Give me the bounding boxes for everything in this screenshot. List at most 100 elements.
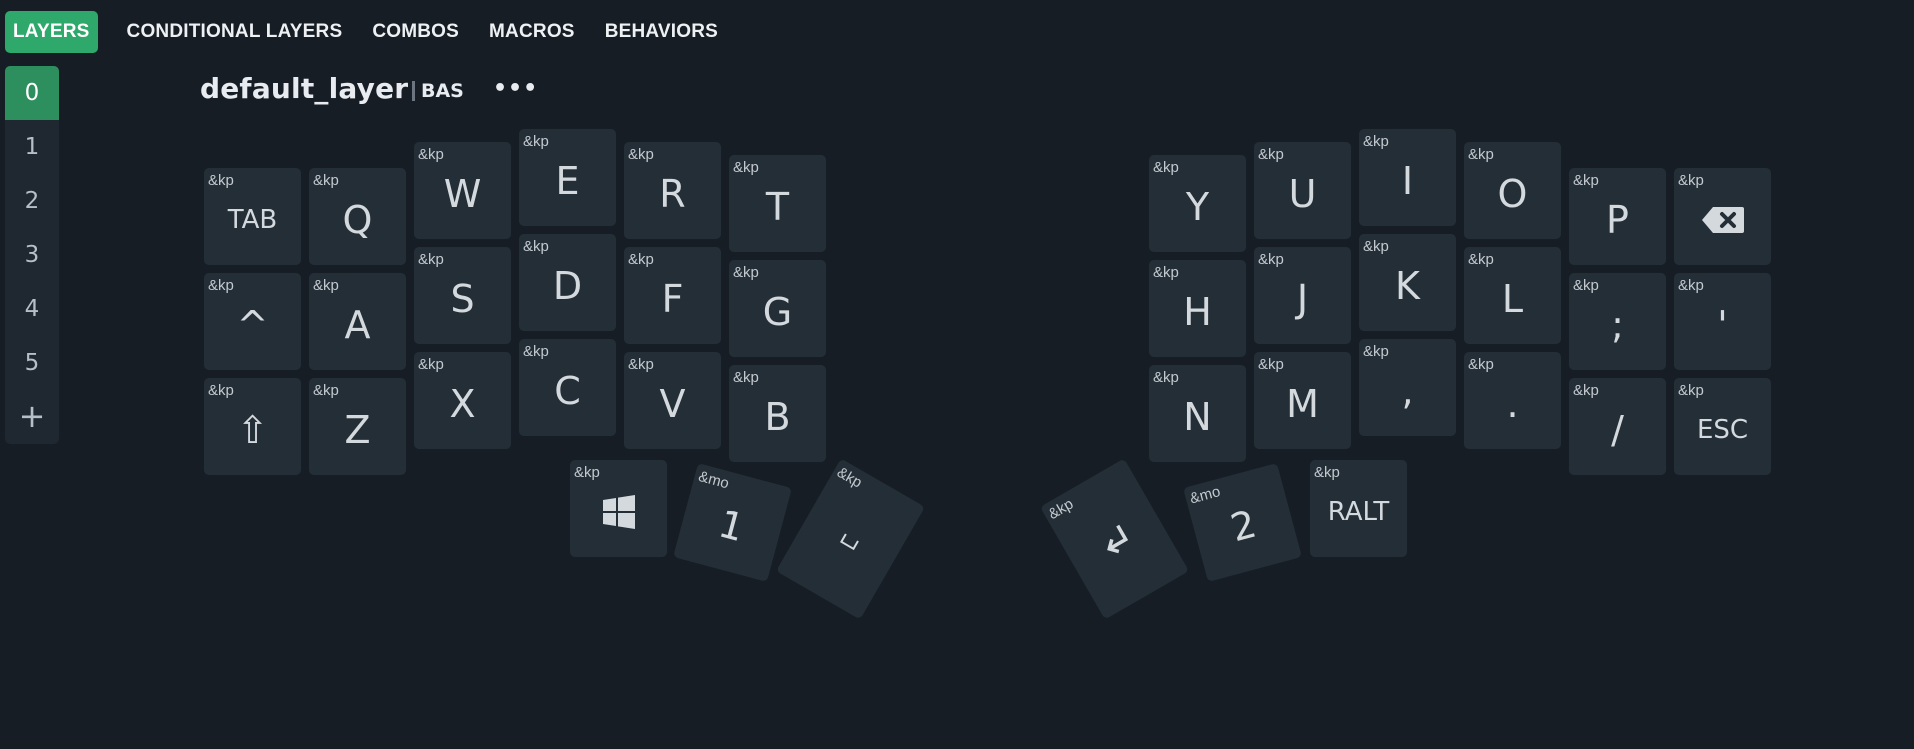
layer-item-0[interactable]: 0 xyxy=(5,66,59,120)
layer-name[interactable]: default_layer xyxy=(200,72,408,105)
key-a[interactable]: &kp A xyxy=(309,273,406,370)
key-d[interactable]: &kp D xyxy=(519,234,616,331)
key-label: TAB xyxy=(227,204,278,235)
key-label: I xyxy=(1401,158,1414,203)
thumb-key-windows-icon[interactable]: &kp xyxy=(570,460,667,557)
key-j[interactable]: &kp J xyxy=(1254,247,1351,344)
key-backspace-icon[interactable]: &kp xyxy=(1674,168,1771,265)
key-b[interactable]: &kp B xyxy=(729,365,826,462)
layer-selector: 0 1 2 3 4 5 + xyxy=(5,66,59,444)
thumb-key-ralt[interactable]: &kp RALT xyxy=(1310,460,1407,557)
key-label: K xyxy=(1395,263,1420,308)
key-label: V xyxy=(659,381,686,426)
thumb-key-2[interactable]: &mo 2 xyxy=(1183,463,1302,582)
key-label: C xyxy=(554,368,581,413)
enter-icon xyxy=(1040,458,1189,619)
key-label: P xyxy=(1606,197,1629,242)
layer-options-button[interactable]: ••• xyxy=(493,76,538,101)
key-key[interactable]: &kp. xyxy=(1464,352,1561,449)
space-icon xyxy=(776,458,925,619)
key-label: J xyxy=(1296,276,1309,321)
key-key[interactable]: &kp; xyxy=(1569,273,1666,370)
key-label: ESC xyxy=(1696,414,1749,445)
key-y[interactable]: &kp Y xyxy=(1149,155,1246,252)
add-layer-button[interactable]: + xyxy=(5,390,59,444)
backspace-icon xyxy=(1674,168,1771,265)
key-o[interactable]: &kp O xyxy=(1464,142,1561,239)
key-t[interactable]: &kp T xyxy=(729,155,826,252)
key-label: . xyxy=(1506,381,1519,426)
key-label: E xyxy=(555,158,580,203)
key-f[interactable]: &kp F xyxy=(624,247,721,344)
key-label: A xyxy=(344,302,371,347)
key-g[interactable]: &kp G xyxy=(729,260,826,357)
layer-item-1[interactable]: 1 xyxy=(5,120,59,174)
key-label: N xyxy=(1183,394,1212,439)
key-label: R xyxy=(659,171,686,216)
key-label: RALT xyxy=(1327,496,1390,527)
layer-item-4[interactable]: 4 xyxy=(5,282,59,336)
key-z[interactable]: &kp Z xyxy=(309,378,406,475)
tab-conditional-layers[interactable]: CONDITIONAL LAYERS xyxy=(112,11,358,53)
tab-combos[interactable]: COMBOS xyxy=(357,11,474,53)
key-label: Z xyxy=(344,407,371,452)
key-label: Q xyxy=(342,197,373,242)
layer-item-5[interactable]: 5 xyxy=(5,336,59,390)
key-label: ^ xyxy=(236,302,269,347)
key-label: X xyxy=(449,381,476,426)
key-x[interactable]: &kp X xyxy=(414,352,511,449)
key-w[interactable]: &kp W xyxy=(414,142,511,239)
key-label: Y xyxy=(1185,184,1210,229)
key-l[interactable]: &kp L xyxy=(1464,247,1561,344)
key-label: S xyxy=(450,276,475,321)
top-nav: LAYERS CONDITIONAL LAYERS COMBOS MACROS … xyxy=(5,11,733,53)
key-tab[interactable]: &kp TAB xyxy=(204,168,301,265)
key-p[interactable]: &kp P xyxy=(1569,168,1666,265)
key-s[interactable]: &kp S xyxy=(414,247,511,344)
key-label: ; xyxy=(1611,302,1624,347)
key-h[interactable]: &kp H xyxy=(1149,260,1246,357)
key-label: D xyxy=(552,263,583,308)
key-label: U xyxy=(1288,171,1317,216)
tab-layers[interactable]: LAYERS xyxy=(5,11,98,53)
layer-item-3[interactable]: 3 xyxy=(5,228,59,282)
key-key[interactable]: &kp, xyxy=(1359,339,1456,436)
key-r[interactable]: &kp R xyxy=(624,142,721,239)
key-label: B xyxy=(764,394,791,439)
key-label: 2 xyxy=(1225,501,1261,550)
key-label: , xyxy=(1401,368,1414,413)
thumb-key-enter-icon[interactable]: &kp xyxy=(1039,458,1190,620)
key-key[interactable]: &kp ⇧ xyxy=(204,378,301,475)
key-u[interactable]: &kp U xyxy=(1254,142,1351,239)
key-c[interactable]: &kp C xyxy=(519,339,616,436)
layer-item-2[interactable]: 2 xyxy=(5,174,59,228)
tab-macros[interactable]: MACROS xyxy=(474,11,590,53)
key-i[interactable]: &kp I xyxy=(1359,129,1456,226)
key-esc[interactable]: &kp ESC xyxy=(1674,378,1771,475)
key-v[interactable]: &kp V xyxy=(624,352,721,449)
key-label: L xyxy=(1501,276,1524,321)
key-label: 1 xyxy=(714,501,750,550)
key-m[interactable]: &kp M xyxy=(1254,352,1351,449)
key-q[interactable]: &kp Q xyxy=(309,168,406,265)
thumb-key-1[interactable]: &mo 1 xyxy=(673,463,792,582)
key-label: W xyxy=(443,171,482,216)
key-k[interactable]: &kp K xyxy=(1359,234,1456,331)
key-n[interactable]: &kp N xyxy=(1149,365,1246,462)
key-e[interactable]: &kp E xyxy=(519,129,616,226)
key-label: ' xyxy=(1717,302,1728,347)
key-label: T xyxy=(765,184,790,229)
key-label: G xyxy=(762,289,793,334)
key-key[interactable]: &kp ^ xyxy=(204,273,301,370)
tab-behaviors[interactable]: BEHAVIORS xyxy=(590,11,733,53)
layer-abbreviation[interactable]: BAS xyxy=(412,81,464,101)
thumb-key-space-icon[interactable]: &kp xyxy=(775,458,926,620)
key-key[interactable]: &kp / xyxy=(1569,378,1666,475)
key-key[interactable]: &kp ' xyxy=(1674,273,1771,370)
key-label: ⇧ xyxy=(236,407,269,452)
key-label: M xyxy=(1286,381,1319,426)
key-label: F xyxy=(661,276,684,321)
windows-icon xyxy=(570,460,667,557)
key-label: O xyxy=(1497,171,1528,216)
key-label: / xyxy=(1611,407,1624,452)
